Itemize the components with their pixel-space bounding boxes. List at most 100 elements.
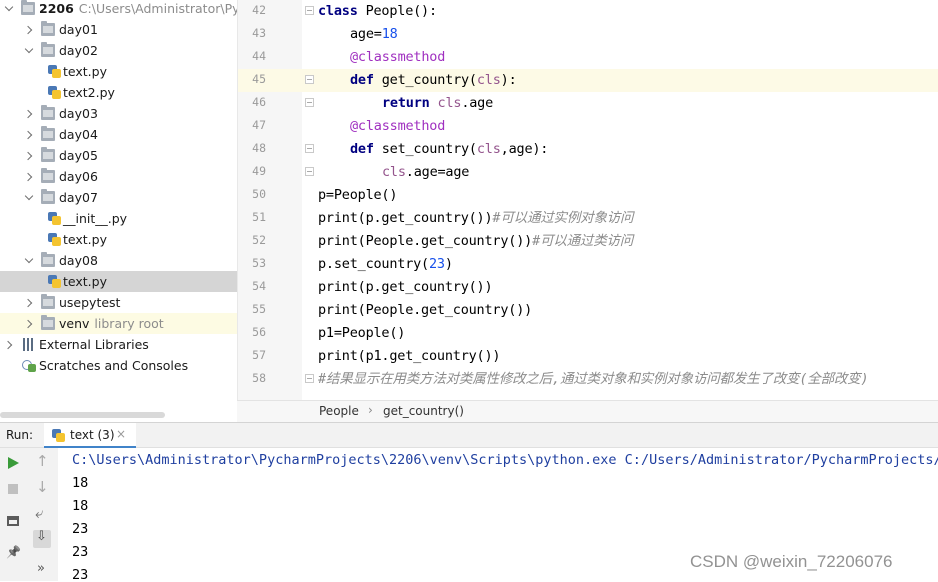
code-token: #结果显示在用类方法对类属性修改之后,通过类对象和实例对象访问都发生了改变(全部…: [318, 371, 869, 387]
run-tab[interactable]: text (3) ×: [44, 423, 136, 448]
chevron-right-icon[interactable]: [24, 313, 36, 334]
fold-marker-icon[interactable]: [305, 6, 314, 15]
code-line[interactable]: 44 @classmethod: [238, 46, 938, 69]
tree-item[interactable]: text.py: [0, 271, 237, 292]
python-file-icon: [52, 429, 65, 442]
code-line[interactable]: 45 def get_country(cls):: [238, 69, 938, 92]
tree-item[interactable]: day04: [0, 124, 237, 145]
code-line[interactable]: 50 p=People(): [238, 184, 938, 207]
code-token: @classmethod: [350, 118, 446, 134]
code-line[interactable]: 56 p1=People(): [238, 322, 938, 345]
tree-item[interactable]: venv library root: [0, 313, 237, 334]
code-line[interactable]: 52 print(People.get_country())#可以通过类访问: [238, 230, 938, 253]
fold-marker-icon[interactable]: [305, 167, 314, 176]
code-token: .age: [461, 95, 494, 111]
run-tab-label: text (3): [70, 428, 115, 442]
tree-item[interactable]: text2.py: [0, 82, 237, 103]
tree-horizontal-scrollbar[interactable]: [0, 412, 165, 418]
code-line[interactable]: 53 p.set_country(23): [238, 253, 938, 276]
line-number: 51: [252, 210, 266, 224]
tree-item-name: day01: [59, 22, 98, 37]
line-number: 54: [252, 279, 266, 293]
tree-item[interactable]: day02: [0, 40, 237, 61]
tree-item[interactable]: day03: [0, 103, 237, 124]
fold-marker-icon[interactable]: [305, 374, 314, 383]
tree-item-name: text2.py: [63, 85, 115, 100]
run-panel-header: Run: text (3) ×: [0, 422, 938, 448]
line-number: 58: [252, 371, 266, 385]
code-line[interactable]: 49 cls.age=age: [238, 161, 938, 184]
fold-marker-icon[interactable]: [305, 98, 314, 107]
line-number: 49: [252, 164, 266, 178]
tree-item[interactable]: __init__.py: [0, 208, 237, 229]
code-token: return: [382, 95, 430, 111]
code-line[interactable]: 46 return cls.age: [238, 92, 938, 115]
chevron-down-icon[interactable]: [24, 40, 36, 61]
tree-item-name: text.py: [63, 232, 107, 247]
code-line[interactable]: 58 #结果显示在用类方法对类属性修改之后,通过类对象和实例对象访问都发生了改变(…: [238, 368, 938, 391]
chevron-right-icon[interactable]: [24, 19, 36, 40]
stop-icon[interactable]: [4, 480, 22, 498]
tree-item[interactable]: day06: [0, 166, 237, 187]
code-line[interactable]: 51 print(p.get_country())#可以通过实例对象访问: [238, 207, 938, 230]
chevron-down-icon[interactable]: [24, 187, 36, 208]
tree-item[interactable]: 2206 C:\Users\Administrator\PycharmProjec…: [0, 0, 237, 19]
chevron-down-icon[interactable]: [4, 0, 16, 19]
breadcrumb-class[interactable]: People: [319, 404, 359, 418]
tree-item[interactable]: day07: [0, 187, 237, 208]
code-line[interactable]: 48 def set_country(cls,age):: [238, 138, 938, 161]
code-token: print(People.get_country()): [318, 233, 533, 249]
layout-icon[interactable]: [4, 512, 22, 530]
more-actions-icon[interactable]: [33, 561, 51, 582]
code-line[interactable]: 42 class People():: [238, 0, 938, 23]
code-token: #可以通过实例对象访问: [492, 210, 634, 226]
folder-icon: [41, 189, 55, 204]
scratch-icon: [22, 359, 36, 372]
chevron-right-icon[interactable]: [24, 292, 36, 313]
tree-item[interactable]: External Libraries: [0, 334, 237, 355]
tree-item-name: day03: [59, 106, 98, 121]
chevron-right-icon[interactable]: [24, 145, 36, 166]
code-token: print(People.get_country()): [318, 302, 533, 318]
chevron-right-icon[interactable]: [4, 334, 16, 355]
code-line[interactable]: 54 print(p.get_country()): [238, 276, 938, 299]
code-token: cls: [382, 164, 406, 180]
folder-icon: [41, 315, 55, 330]
soft-wrap-icon[interactable]: [33, 504, 51, 524]
code-line[interactable]: 43 age=18: [238, 23, 938, 46]
chevron-right-icon[interactable]: [24, 103, 36, 124]
code-token: p.set_country(: [318, 256, 429, 272]
scroll-to-end-icon[interactable]: [33, 529, 51, 548]
tree-item[interactable]: day05: [0, 145, 237, 166]
down-arrow-icon[interactable]: [33, 478, 51, 498]
chevron-right-icon[interactable]: [24, 166, 36, 187]
fold-marker-icon[interactable]: [305, 144, 314, 153]
folder-icon: [41, 42, 55, 57]
chevron-down-icon[interactable]: [24, 250, 36, 271]
tree-item[interactable]: text.py: [0, 61, 237, 82]
tree-item[interactable]: text.py: [0, 229, 237, 250]
code-text: return cls.age: [382, 94, 493, 113]
pin-icon[interactable]: [4, 546, 22, 564]
tree-item[interactable]: day08: [0, 250, 237, 271]
code-text: p1=People(): [318, 324, 405, 343]
code-editor[interactable]: 42 class People(): 43 age=18 44 @classmethod 4…: [237, 0, 938, 400]
breadcrumb-method[interactable]: get_country(): [383, 404, 464, 418]
folder-icon: [41, 126, 55, 141]
code-line[interactable]: 57 print(p1.get_country()): [238, 345, 938, 368]
rerun-icon[interactable]: [4, 454, 22, 472]
fold-marker-icon[interactable]: [305, 75, 314, 84]
tree-item[interactable]: day01: [0, 19, 237, 40]
chevron-right-icon[interactable]: [24, 124, 36, 145]
code-line[interactable]: 47 @classmethod: [238, 115, 938, 138]
code-line[interactable]: 55 print(People.get_country()): [238, 299, 938, 322]
code-token: #可以通过类访问: [532, 233, 634, 249]
tree-item[interactable]: Scratches and Consoles: [0, 355, 237, 376]
close-icon[interactable]: ×: [116, 427, 126, 441]
up-arrow-icon[interactable]: [33, 452, 51, 472]
tree-item[interactable]: usepytest: [0, 292, 237, 313]
project-tree: 2206 C:\Users\Administrator\PycharmProjec…: [0, 0, 237, 422]
folder-icon: [41, 294, 55, 309]
tree-item-label: day07: [59, 189, 98, 206]
